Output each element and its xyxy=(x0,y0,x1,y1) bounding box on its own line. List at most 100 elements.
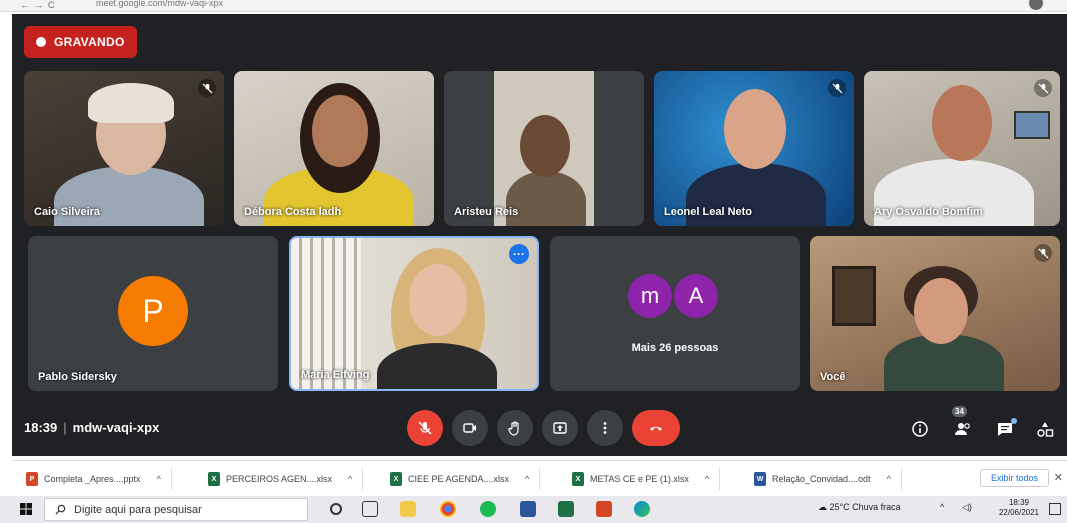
separator: | xyxy=(63,420,67,435)
participant-name: Débora Costa ladh xyxy=(244,206,342,218)
avatar: P xyxy=(118,276,188,346)
participant-name: Ary Osvaldo Bomfim xyxy=(874,206,983,218)
download-item[interactable]: P Completa _Apres....pptx ^ xyxy=(26,468,172,490)
chat-button[interactable] xyxy=(994,418,1017,440)
mic-toggle-button[interactable] xyxy=(407,410,443,446)
participant-face xyxy=(520,115,570,177)
participant-tile[interactable]: Aristeu Reis xyxy=(444,71,644,226)
more-options-button[interactable] xyxy=(587,410,623,446)
people-button[interactable]: 34 xyxy=(952,406,974,440)
leave-call-button[interactable] xyxy=(632,410,680,446)
browser-nav-icons[interactable]: ← → C xyxy=(20,0,55,10)
edge-icon[interactable] xyxy=(634,501,650,517)
camera-icon xyxy=(463,423,476,433)
download-filename: PERCEIROS AGEN....xlsx xyxy=(226,474,333,484)
windows-taskbar: Digite aqui para pesquisar ☁ 25°C Chuva … xyxy=(0,496,1067,523)
word-icon[interactable] xyxy=(520,501,536,517)
download-filename: METAS CE e PE (1).xlsx xyxy=(590,474,689,484)
participant-tile[interactable]: Ary Osvaldo Bomfim xyxy=(864,71,1060,226)
chevron-up-icon[interactable]: ^ xyxy=(525,474,529,484)
more-vert-icon xyxy=(603,422,607,434)
download-item[interactable]: X METAS CE e PE (1).xlsx ^ xyxy=(572,468,721,490)
excel-icon[interactable] xyxy=(558,501,574,517)
chevron-up-icon[interactable]: ^ xyxy=(887,474,891,484)
mic-off-icon xyxy=(198,79,216,97)
avatar-initial: P xyxy=(142,292,164,329)
close-icon[interactable]: ✕ xyxy=(1054,471,1063,484)
meeting-info: 18:39 | mdw-vaqi-xpx xyxy=(24,420,159,435)
cortana-icon[interactable] xyxy=(330,503,342,515)
download-item[interactable]: X CIEE PE AGENDA....xlsx ^ xyxy=(390,468,541,490)
participant-face xyxy=(932,85,992,161)
recording-dot-icon xyxy=(36,37,46,47)
excel-file-icon: X xyxy=(390,472,402,486)
chrome-icon[interactable] xyxy=(440,501,456,517)
recording-badge: GRAVANDO xyxy=(24,26,137,58)
excel-file-icon: X xyxy=(572,472,584,486)
taskbar-search-input[interactable]: Digite aqui para pesquisar xyxy=(44,498,308,521)
participant-face xyxy=(724,89,786,169)
participant-name: Maria Elfving xyxy=(301,369,370,381)
meeting-code: mdw-vaqi-xpx xyxy=(72,420,160,435)
windows-start-icon[interactable] xyxy=(20,503,32,515)
camera-toggle-button[interactable] xyxy=(452,410,488,446)
mic-off-icon xyxy=(828,79,846,97)
download-filename: CIEE PE AGENDA....xlsx xyxy=(408,474,510,484)
activities-button[interactable] xyxy=(1034,418,1056,440)
tile-options-icon[interactable]: ··· xyxy=(509,244,529,264)
participant-tile[interactable]: P Pablo Sidersky xyxy=(28,236,278,391)
mic-off-icon xyxy=(1034,244,1052,262)
participant-tile[interactable]: Débora Costa ladh xyxy=(234,71,434,226)
document-file-icon: W xyxy=(754,472,766,486)
tray-chevron-up-icon[interactable]: ^ xyxy=(940,502,944,512)
chevron-up-icon[interactable]: ^ xyxy=(348,474,352,484)
spotify-icon[interactable] xyxy=(480,501,496,517)
more-participants-tile[interactable]: m A Mais 26 pessoas xyxy=(550,236,800,391)
powerpoint-file-icon: P xyxy=(26,472,38,486)
profile-avatar[interactable] xyxy=(1029,0,1043,10)
participant-hair xyxy=(88,83,174,123)
participant-tile[interactable]: Leonel Leal Neto xyxy=(654,71,854,226)
participant-name: Você xyxy=(820,371,846,383)
participant-face xyxy=(312,95,368,167)
download-item[interactable]: W Relação_Convidad....odt ^ xyxy=(754,468,902,490)
notifications-icon[interactable] xyxy=(1049,503,1061,515)
download-filename: Relação_Convidad....odt xyxy=(772,474,871,484)
recording-label: GRAVANDO xyxy=(54,35,125,49)
weather-widget[interactable]: ☁ 25°C Chuva fraca xyxy=(818,502,901,513)
address-bar[interactable]: meet.google.com/mdw-vaqi-xpx xyxy=(96,0,223,8)
participant-tile[interactable]: Você xyxy=(810,236,1060,391)
clock-date: 22/06/2021 xyxy=(998,508,1039,517)
chevron-up-icon[interactable]: ^ xyxy=(157,474,161,484)
download-item[interactable]: X PERCEIROS AGEN....xlsx ^ xyxy=(208,468,364,490)
raise-hand-button[interactable] xyxy=(497,410,533,446)
task-view-icon[interactable] xyxy=(362,501,378,517)
meet-window: GRAVANDO Caio Silveira Débora Costa ladh… xyxy=(12,14,1067,456)
wall-picture xyxy=(832,266,876,326)
file-explorer-icon[interactable] xyxy=(400,501,416,517)
participant-tile-active[interactable]: ··· Maria Elfving xyxy=(289,236,539,391)
participant-name: Aristeu Reis xyxy=(454,206,519,218)
download-filename: Completa _Apres....pptx xyxy=(44,474,141,484)
show-all-downloads-button[interactable]: Exibir todos xyxy=(979,469,1049,487)
participant-name: Caio Silveira xyxy=(34,206,101,218)
cloud-icon: ☁ xyxy=(818,502,827,512)
participant-count-badge: 34 xyxy=(952,406,967,417)
chevron-up-icon[interactable]: ^ xyxy=(705,474,709,484)
chat-notification-dot xyxy=(1011,418,1017,424)
clock-time: 18:39 xyxy=(1008,498,1029,507)
more-people-label: Mais 26 pessoas xyxy=(631,342,719,354)
people-icon xyxy=(955,423,970,435)
powerpoint-icon[interactable] xyxy=(596,501,612,517)
browser-toolbar: ← → C meet.google.com/mdw-vaqi-xpx xyxy=(0,0,1067,12)
call-end-icon xyxy=(650,426,662,431)
present-screen-button[interactable] xyxy=(542,410,578,446)
meeting-details-button[interactable] xyxy=(909,418,931,440)
mic-off-icon xyxy=(1034,79,1052,97)
taskbar-clock[interactable]: 18:39 22/06/2021 xyxy=(999,498,1039,518)
volume-icon[interactable]: ◁) xyxy=(962,502,972,513)
info-icon xyxy=(912,421,928,437)
participant-tile[interactable]: Caio Silveira xyxy=(24,71,224,226)
present-icon xyxy=(553,422,567,434)
avatar-initial: A xyxy=(688,283,704,308)
